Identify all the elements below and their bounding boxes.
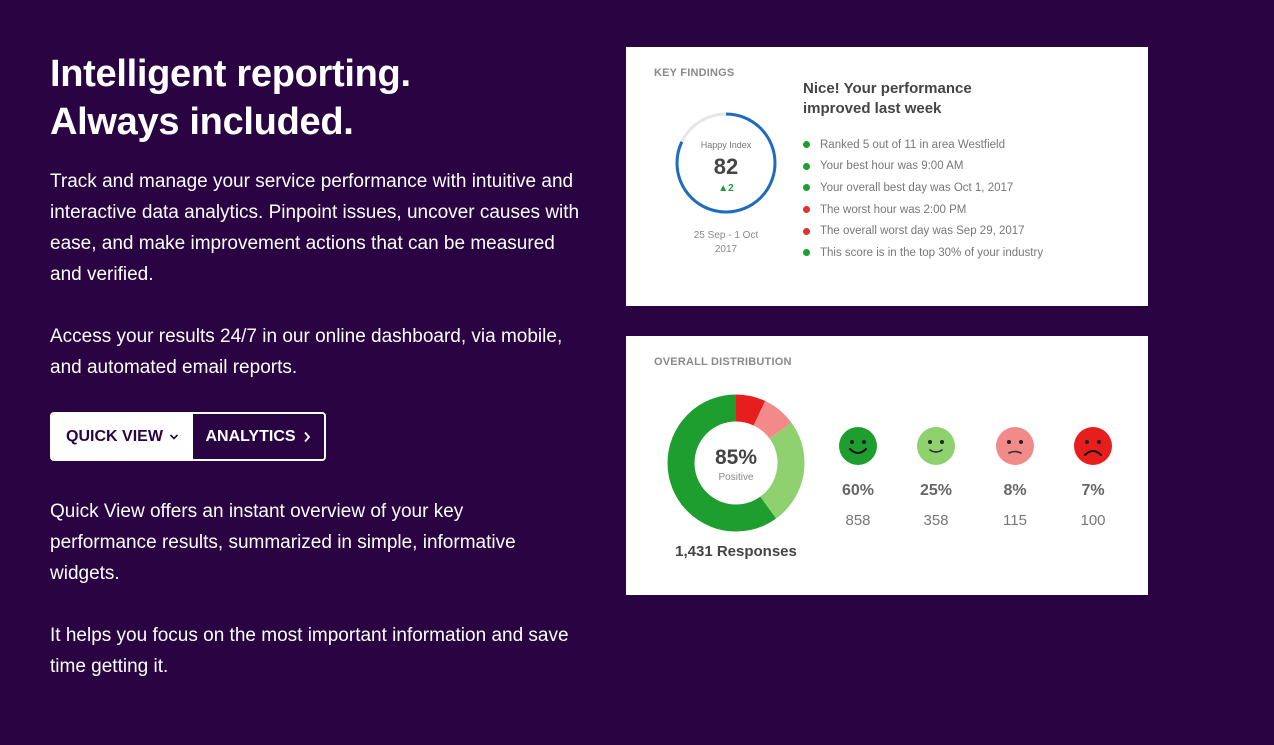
distribution-label: OVERALL DISTRIBUTION — [654, 356, 792, 368]
analytics-label: ANALYTICS — [205, 427, 296, 445]
finding-text: Your best hour was 9:00 AM — [820, 160, 964, 173]
hero-paragraph-3: Quick View offers an instant overview of… — [50, 501, 516, 584]
finding-text: Your overall best day was Oct 1, 2017 — [820, 181, 1014, 194]
face-count: 115 — [1003, 512, 1027, 529]
face-percent: 60% — [841, 482, 875, 499]
finding-text: Ranked 5 out of 11 in area Westfield — [820, 138, 1005, 151]
quick-view-button[interactable]: QUICK VIEW — [52, 414, 193, 459]
positive-dot-icon — [803, 162, 810, 170]
quick-view-label: QUICK VIEW — [66, 427, 163, 445]
chevron-down-icon — [169, 433, 179, 440]
finding-item: The overall worst day was Sep 29, 2017 — [803, 220, 1043, 242]
negative-dot-icon — [803, 227, 810, 235]
positive-dot-icon — [803, 141, 810, 149]
view-toggle: QUICK VIEW ANALYTICS — [50, 412, 326, 461]
responses-count: 1,431 Responses — [675, 543, 797, 560]
happy-index: Happy Index 82 ▲2 — [675, 112, 777, 214]
positive-percent: 85% — [714, 446, 758, 469]
face-percent: 25% — [919, 482, 953, 499]
key-findings-label: KEY FINDINGS — [654, 67, 735, 79]
happy-index-change: ▲2 — [718, 183, 734, 194]
hero-paragraph-4: It helps you focus on the most important… — [50, 625, 569, 677]
analytics-button[interactable]: ANALYTICS — [193, 414, 324, 459]
finding-item: This score is in the top 30% of your ind… — [803, 242, 1043, 264]
face-count: 100 — [1080, 512, 1106, 529]
finding-item: Ranked 5 out of 11 in area Westfield — [803, 134, 1043, 156]
finding-text: The overall worst day was Sep 29, 2017 — [820, 225, 1025, 238]
finding-text: The worst hour was 2:00 PM — [820, 203, 967, 216]
positive-label: Positive — [718, 472, 754, 483]
finding-item: Your overall best day was Oct 1, 2017 — [803, 177, 1043, 199]
hero-paragraph-2: Access your results 24/7 in our online d… — [50, 326, 563, 378]
hero-paragraph-1: Track and manage your service performanc… — [50, 171, 580, 285]
date-range: 25 Sep - 1 Oct 2017 — [693, 230, 759, 255]
finding-item: The worst hour was 2:00 PM — [803, 199, 1043, 221]
face-percent: 8% — [1003, 482, 1027, 499]
face-percent: 7% — [1081, 482, 1105, 499]
very-unhappy-face-icon — [1073, 426, 1113, 466]
findings-list: Ranked 5 out of 11 in area Westfield Your… — [803, 134, 1043, 264]
finding-item: Your best hour was 9:00 AM — [803, 156, 1043, 178]
hero-title-line1: Intelligent reporting. — [50, 53, 411, 95]
negative-dot-icon — [803, 206, 810, 214]
key-findings-card: KEY FINDINGS Happy Index 82 ▲2 25 Sep - … — [626, 47, 1148, 306]
hero-section: Intelligent reporting. Always included. … — [50, 50, 590, 677]
chevron-right-icon — [303, 431, 310, 442]
findings-title: Nice! Your performance improved last wee… — [803, 80, 972, 117]
positive-dot-icon — [803, 184, 810, 192]
very-happy-face-icon — [838, 426, 878, 466]
happy-index-label: Happy Index — [700, 140, 752, 150]
distribution-card: OVERALL DISTRIBUTION 85% Positive 1,431 … — [626, 336, 1148, 595]
finding-text: This score is in the top 30% of your ind… — [820, 246, 1044, 259]
positive-dot-icon — [803, 249, 810, 257]
hero-title-line2: Always included. — [50, 101, 354, 143]
happy-face-icon — [916, 426, 956, 466]
happy-index-value: 82 — [713, 154, 739, 179]
face-count: 358 — [923, 512, 949, 529]
face-count: 858 — [845, 512, 871, 529]
unhappy-face-icon — [995, 426, 1035, 466]
hero-title: Intelligent reporting. Always included. — [50, 50, 590, 146]
